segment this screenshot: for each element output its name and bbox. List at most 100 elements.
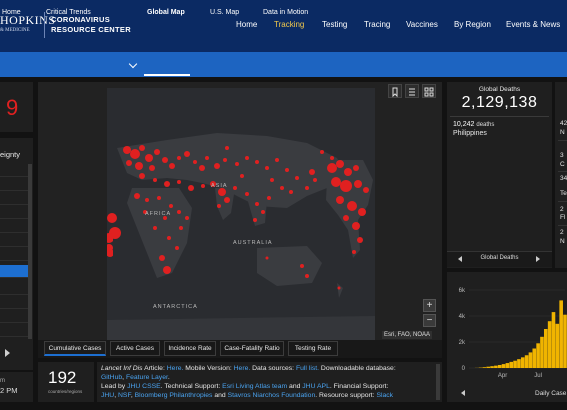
tab-cumulative-cases[interactable]: Cumulative Cases (44, 341, 106, 356)
info-line-1: Lancet Inf Dis Article: Here. Mobile Ver… (101, 365, 396, 372)
github-link[interactable]: GitHub (101, 374, 122, 381)
tab-active-cases[interactable]: Active Cases (110, 341, 160, 356)
subnav-us-map[interactable]: U.S. Map (210, 9, 239, 16)
chart-bar[interactable] (528, 352, 533, 368)
chart-bar[interactable] (540, 336, 544, 368)
chart-bar[interactable] (536, 343, 540, 368)
list-item[interactable] (0, 220, 28, 233)
label-asia: ASIA (211, 183, 228, 189)
y-tick-label: 0 (462, 366, 466, 372)
site-title[interactable]: CORONAVIRUS RESOURCE CENTER (51, 15, 131, 35)
total-cases-value: 9 (6, 95, 19, 120)
list-item[interactable] (0, 178, 28, 191)
university-logo[interactable]: HOPKINS & MEDICINE (0, 13, 55, 39)
info-line-4: JHU, NSF, Bloomberg Philanthropies and S… (101, 392, 393, 399)
last-updated-prefix: m (0, 378, 5, 384)
chart-bar[interactable] (559, 300, 563, 368)
zoom-in-button[interactable]: + (423, 299, 436, 312)
info-text: and (287, 383, 303, 390)
jhu-csse-link[interactable]: JHU CSSE (127, 383, 161, 390)
nav-testing[interactable]: Testing (322, 20, 347, 29)
data-sources-link[interactable]: Full list. (296, 365, 319, 372)
nav-events-news[interactable]: Events & News (506, 20, 560, 29)
daily-cases-chart[interactable]: 6k 4k 2k 0 Apr Jul Daily Case (447, 272, 567, 402)
list-item[interactable] (0, 206, 28, 219)
play-icon[interactable] (5, 349, 10, 357)
chart-bar[interactable] (497, 365, 502, 368)
chart-bar[interactable] (555, 323, 560, 368)
nsf-link[interactable]: NSF (118, 392, 131, 399)
chart-bar[interactable] (505, 363, 510, 368)
deaths-list-item[interactable]: 10,242 deaths (453, 121, 494, 128)
info-text: . Technical Support: (160, 383, 223, 390)
chart-bar[interactable] (509, 361, 514, 368)
chart-bar[interactable] (520, 357, 525, 368)
list-item-selected[interactable] (0, 265, 28, 278)
us-list-name: Fl (560, 214, 566, 221)
list-item[interactable] (0, 310, 28, 323)
slack-link[interactable]: Slack (376, 392, 393, 399)
next-arrow-icon[interactable] (536, 256, 540, 262)
chart-bar[interactable] (482, 367, 487, 368)
bloomberg-link[interactable]: Bloomberg Philanthropies (135, 392, 213, 399)
list-view-icon[interactable] (405, 84, 419, 98)
tab-testing-rate[interactable]: Testing Rate (288, 341, 338, 356)
info-text: Downloadable database: (319, 365, 396, 372)
divider (558, 225, 567, 226)
chart-bar[interactable] (494, 365, 498, 368)
article-link[interactable]: Here. (167, 365, 184, 372)
nav-vaccines[interactable]: Vaccines (406, 20, 438, 29)
tab-case-fatality-ratio[interactable]: Case-Fatality Ratio (220, 341, 284, 356)
jhu-apl-link[interactable]: JHU APL (302, 383, 330, 390)
stavros-link[interactable]: Stavros Niarchos Foundation (228, 392, 316, 399)
subnav-global-map[interactable]: Global Map (147, 9, 185, 16)
info-scrollbar[interactable] (436, 364, 440, 400)
info-text: Lead by (101, 383, 128, 390)
x-tick-label: Jul (534, 373, 542, 379)
subnav-home[interactable]: Home (2, 9, 21, 16)
chart-bar[interactable] (563, 314, 567, 368)
chart-bar[interactable] (551, 312, 556, 368)
chart-bar[interactable] (486, 366, 490, 368)
chart-bar[interactable] (544, 329, 548, 368)
esri-team-link[interactable]: Esri Living Atlas team (222, 383, 287, 390)
y-tick-label: 2k (459, 340, 466, 346)
nav-tracking[interactable]: Tracking (274, 20, 304, 29)
deaths-count: 10,242 (453, 121, 475, 128)
nav-by-region[interactable]: By Region (454, 20, 491, 29)
us-list-value: 42 (560, 120, 567, 127)
chart-bar[interactable] (513, 360, 517, 368)
list-item[interactable] (0, 324, 28, 337)
info-text: . (167, 374, 170, 381)
chart-bar[interactable] (532, 348, 537, 369)
subnav-data-in-motion[interactable]: Data in Motion (263, 9, 308, 16)
nav-home[interactable]: Home (236, 20, 257, 29)
list-item[interactable] (0, 282, 28, 295)
label-antarctica: ANTARCTICA (153, 304, 198, 310)
site-title-line2: RESOURCE CENTER (51, 25, 131, 34)
list-item[interactable] (0, 234, 28, 247)
list-item[interactable] (0, 164, 28, 177)
nav-tracing[interactable]: Tracing (364, 20, 390, 29)
bookmark-icon[interactable] (388, 84, 402, 98)
chart-bar[interactable] (517, 359, 521, 368)
chart-bar[interactable] (490, 366, 494, 368)
zoom-out-button[interactable]: − (423, 314, 436, 327)
subnav-critical-trends[interactable]: Critical Trends (46, 9, 91, 16)
mobile-version-link[interactable]: Here. (234, 365, 251, 372)
site-title-line1: CORONAVIRUS (51, 15, 110, 24)
list-scrollbar[interactable] (28, 164, 32, 339)
list-item[interactable] (0, 192, 28, 205)
americas-east-fragment (326, 160, 373, 258)
tab-incidence-rate[interactable]: Incidence Rate (164, 341, 216, 356)
divider (450, 116, 549, 117)
chart-bar[interactable] (501, 364, 506, 368)
basemap-grid-icon[interactable] (422, 84, 436, 98)
feature-layer-link[interactable]: Feature Layer (126, 374, 168, 381)
list-item[interactable] (0, 296, 28, 309)
list-item[interactable] (0, 248, 28, 261)
previous-arrow-icon[interactable] (461, 390, 465, 396)
chart-bar[interactable] (524, 355, 529, 368)
chart-bar[interactable] (547, 321, 552, 368)
jhu-link[interactable]: JHU (101, 392, 114, 399)
